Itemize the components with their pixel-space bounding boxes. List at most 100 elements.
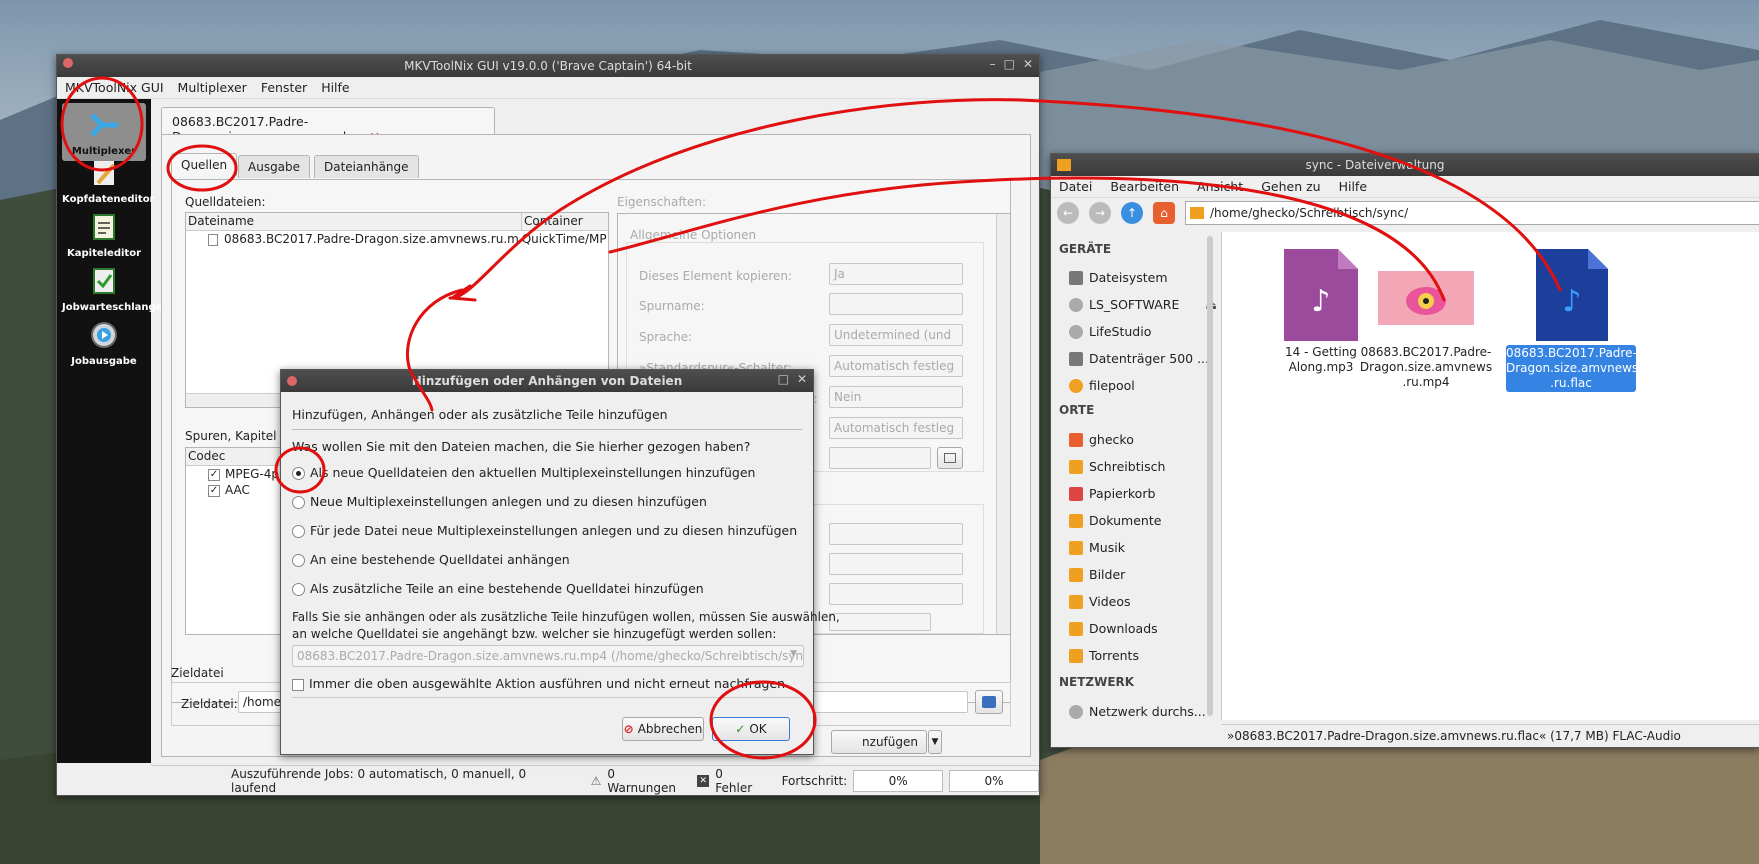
folder-icon xyxy=(1057,159,1071,171)
cancel-button[interactable]: ⊘ Abbrechen xyxy=(622,717,704,741)
tracks-table: Codec ✓ MPEG-4p ✓ AAC xyxy=(185,447,285,635)
sidebar-item-musik[interactable]: Musik xyxy=(1069,540,1125,555)
option-new-mux-each[interactable]: Für jede Datei neue Multiplexeinstellung… xyxy=(292,523,797,538)
fm-menu-datei[interactable]: Datei xyxy=(1059,179,1092,194)
sidebar-item-bilder[interactable]: Bilder xyxy=(1069,567,1125,582)
dialog-title: Hinzufügen oder Anhängen von Dateien xyxy=(411,374,683,388)
sidebar-item-dateisystem[interactable]: Dateisystem xyxy=(1069,270,1168,285)
table-row[interactable]: 08683.BC2017.Padre-Dragon.size.amvnews.r… xyxy=(186,231,608,249)
sidebar-item-multiplexer[interactable]: Multiplexer xyxy=(62,103,146,161)
close-icon[interactable]: ✕ xyxy=(1023,57,1033,71)
source-container: QuickTime/MP xyxy=(521,232,607,246)
sidebar-item-ghecko[interactable]: ghecko xyxy=(1069,432,1134,447)
sidebar-item-job-queue[interactable]: Jobwarteschlange xyxy=(62,265,162,313)
maximize-icon[interactable]: □ xyxy=(778,372,789,386)
sidebar-item-schreibtisch[interactable]: Schreibtisch xyxy=(1069,459,1165,474)
prop-trackname-input[interactable] xyxy=(829,293,963,315)
save-file-icon xyxy=(982,696,996,708)
option-add-current[interactable]: Als neue Quelldateien den aktuellen Mult… xyxy=(292,465,755,480)
tab-quellen[interactable]: Quellen xyxy=(171,153,238,176)
sidebar-scrollbar[interactable] xyxy=(1207,236,1213,716)
menu-fenster[interactable]: Fenster xyxy=(261,80,307,95)
remember-checkbox-row[interactable]: Immer die oben ausgewählte Aktion ausfüh… xyxy=(292,676,785,691)
add-dropdown-button[interactable]: ▼ xyxy=(928,730,942,754)
sidebar-item-torrents[interactable]: Torrents xyxy=(1069,648,1139,663)
file-item[interactable]: 08683.BC2017.Padre- Dragon.size.amvnews .r… xyxy=(1356,249,1496,399)
option-append[interactable]: An eine bestehende Quelldatei anhängen xyxy=(292,552,570,567)
column-container[interactable]: Container xyxy=(522,213,585,230)
path-bar[interactable]: /home/ghecko/Schreibtisch/sync/ xyxy=(1185,201,1759,225)
sidebar-item-papierkorb[interactable]: Papierkorb xyxy=(1069,486,1155,501)
column-filename[interactable]: Dateiname xyxy=(186,213,522,230)
track-checkbox[interactable]: ✓ xyxy=(208,484,220,497)
minimize-icon[interactable]: – xyxy=(990,57,996,71)
tab-dateianhaenge[interactable]: Dateianhänge xyxy=(314,155,419,178)
prop-field-a[interactable] xyxy=(829,523,963,545)
ok-button[interactable]: ✓ OK xyxy=(712,717,790,741)
source-file-select[interactable]: 08683.BC2017.Padre-Dragon.size.amvnews.r… xyxy=(292,645,804,667)
radio-button[interactable] xyxy=(292,467,305,480)
up-icon[interactable]: ↑ xyxy=(1121,202,1143,224)
prop-forced-select[interactable]: Nein xyxy=(829,386,963,408)
prop-copy-select[interactable]: Ja xyxy=(829,263,963,285)
radio-button[interactable] xyxy=(292,496,305,509)
fm-toolbar: ← → ↑ ⌂ /home/ghecko/Schreibtisch/sync/ xyxy=(1051,198,1759,228)
fm-menu-ansicht[interactable]: Ansicht xyxy=(1197,179,1243,194)
sidebar-item-filepool[interactable]: filepool xyxy=(1069,378,1135,393)
back-icon[interactable]: ← xyxy=(1057,202,1079,224)
close-icon[interactable]: ✕ xyxy=(797,372,807,386)
prop-auto-select[interactable]: Automatisch festleg xyxy=(829,417,963,439)
prop-browse-button[interactable] xyxy=(937,447,963,469)
sidebar-item-ls-software[interactable]: LS_SOFTWARE⏏ xyxy=(1069,297,1217,312)
fm-menu-bearbeiten[interactable]: Bearbeiten xyxy=(1110,179,1179,194)
column-codec[interactable]: Codec xyxy=(186,448,284,466)
option-new-mux[interactable]: Neue Multiplexeinstellungen anlegen und … xyxy=(292,494,707,509)
option-additional-parts[interactable]: Als zusätzliche Teile an eine bestehende… xyxy=(292,581,704,596)
checkbox[interactable] xyxy=(292,678,304,691)
prop-field-b[interactable] xyxy=(829,553,963,575)
sidebar-item-downloads[interactable]: Downloads xyxy=(1069,621,1158,636)
fm-menu-hilfe[interactable]: Hilfe xyxy=(1339,179,1367,194)
table-row[interactable]: ✓ MPEG-4p xyxy=(186,466,284,482)
radio-button[interactable] xyxy=(292,554,305,567)
sidebar-item-header-editor[interactable]: Kopfdateneditor xyxy=(62,157,155,205)
sidebar-item-dokumente[interactable]: Dokumente xyxy=(1069,513,1161,528)
app-icon xyxy=(287,376,297,386)
properties-scrollbar[interactable] xyxy=(996,214,1010,634)
prop-field-d[interactable] xyxy=(829,613,931,631)
fm-menu-gehen[interactable]: Gehen zu xyxy=(1261,179,1320,194)
drive-icon xyxy=(1069,270,1083,285)
pencil-icon xyxy=(94,161,116,185)
sidebar-item-lifestudio[interactable]: LifeStudio xyxy=(1069,324,1151,339)
radio-button[interactable] xyxy=(292,583,305,596)
add-to-queue-button[interactable]: nzufügen xyxy=(831,730,927,754)
sidebar-item-datentraeger[interactable]: Datenträger 500 ... xyxy=(1069,351,1209,366)
track-checkbox[interactable]: ✓ xyxy=(208,468,220,481)
menu-multiplexer[interactable]: Multiplexer xyxy=(178,80,247,95)
fm-window-title: sync - Dateiverwaltung xyxy=(1305,158,1445,172)
file-item-selected[interactable]: ♪ 08683.BC2017.Padre- Dragon.size.amvnews… xyxy=(1506,249,1638,399)
file-manager-window: sync - Dateiverwaltung Datei Bearbeiten … xyxy=(1050,153,1759,748)
prop-extra-input[interactable] xyxy=(829,447,931,469)
home-icon[interactable]: ⌂ xyxy=(1153,202,1175,224)
sidebar-item-network[interactable]: Netzwerk durchs... xyxy=(1069,704,1206,719)
menu-hilfe[interactable]: Hilfe xyxy=(321,80,349,95)
sidebar-item-job-output[interactable]: Jobausgabe xyxy=(62,319,146,367)
sidebar-item-chapter-editor[interactable]: Kapiteleditor xyxy=(62,211,146,259)
warnings-count[interactable]: 0 Warnungen xyxy=(607,767,687,795)
errors-count[interactable]: 0 Fehler xyxy=(715,767,763,795)
forward-icon[interactable]: → xyxy=(1089,202,1111,224)
table-row[interactable]: ✓ AAC xyxy=(186,482,284,498)
prop-language-select[interactable]: Undetermined (und xyxy=(829,324,963,346)
prop-field-c[interactable] xyxy=(829,583,963,605)
maximize-icon[interactable]: □ xyxy=(1004,57,1015,71)
select-value: 08683.BC2017.Padre-Dragon.size.amvnews.r… xyxy=(297,649,804,663)
doc-tab[interactable]: 08683.BC2017.Padre-Dragon.size.amvnews.r… xyxy=(161,107,495,144)
target-browse-button[interactable] xyxy=(975,690,1003,714)
radio-button[interactable] xyxy=(292,525,305,538)
prop-default-select[interactable]: Automatisch festleg xyxy=(829,355,963,377)
sidebar-item-videos[interactable]: Videos xyxy=(1069,594,1131,609)
tab-ausgabe[interactable]: Ausgabe xyxy=(238,155,311,178)
menu-mkvtoolnix[interactable]: MKVToolNix GUI xyxy=(65,80,164,95)
cancel-label: Abbrechen xyxy=(637,722,703,736)
